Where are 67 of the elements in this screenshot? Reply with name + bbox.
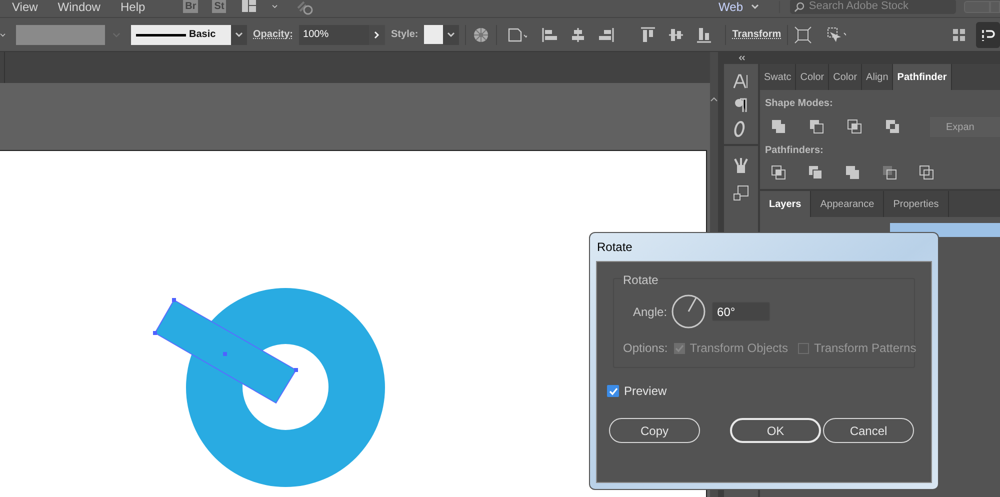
paragraph-icon[interactable] (732, 96, 750, 114)
checkbox-label: Transform Objects (690, 340, 788, 357)
angle-dial-icon[interactable] (671, 294, 706, 329)
character-icon[interactable] (732, 72, 750, 90)
panel-tab[interactable]: Layers (760, 191, 812, 217)
crop-icon[interactable] (881, 164, 899, 182)
app-button[interactable]: St (212, 0, 226, 13)
align-top-icon[interactable] (639, 26, 658, 44)
section-label: Shape Modes: (765, 97, 834, 111)
search-icon (794, 0, 805, 12)
fill-swatch[interactable] (16, 24, 105, 44)
check-icon (608, 386, 618, 396)
checkbox-label: Preview (624, 383, 667, 400)
menu-item[interactable]: Window (58, 0, 100, 12)
checkbox[interactable] (607, 385, 619, 397)
check-icon (674, 344, 684, 352)
workspace-switcher[interactable]: Web (718, 0, 780, 12)
minus-front-icon[interactable] (808, 118, 826, 136)
dialog-button[interactable]: OK (730, 418, 821, 443)
divide-icon[interactable] (770, 164, 788, 182)
app-button[interactable]: Br (183, 0, 198, 13)
panel-tab[interactable]: Color (796, 64, 830, 90)
checkbox[interactable] (798, 342, 809, 354)
line-icon (136, 32, 186, 36)
panel-tab[interactable]: Appearance (811, 191, 884, 217)
stroke-style-dropdown[interactable]: Basic (131, 24, 231, 44)
checkbox[interactable] (674, 342, 685, 354)
style-label: Style: (391, 28, 418, 42)
chevron-down-icon (751, 4, 759, 10)
angle-label: Angle: (633, 304, 668, 320)
dropdown-button[interactable] (443, 24, 460, 44)
panel-tab[interactable]: Color (829, 64, 862, 90)
menu-item[interactable]: View (12, 0, 38, 12)
align-bottom-icon[interactable] (695, 26, 714, 44)
style-swatch[interactable] (424, 25, 444, 44)
collapse-icon[interactable] (738, 55, 746, 61)
scroll-up-icon[interactable] (710, 96, 718, 102)
angle-field[interactable]: 60° (712, 302, 770, 321)
bounding-box-icon[interactable] (794, 26, 812, 44)
chevron-right-icon[interactable] (369, 24, 386, 44)
options-label: Options: (623, 340, 668, 357)
panel-toggle-button[interactable] (976, 22, 1000, 48)
brushes-icon[interactable] (732, 156, 750, 174)
dropdown-button[interactable] (231, 24, 247, 44)
panel-tab[interactable]: Properties (884, 191, 949, 217)
align-left-icon[interactable] (541, 26, 560, 44)
section-label: Pathfinders: (765, 144, 824, 158)
dialog-button[interactable]: Cancel (823, 418, 914, 443)
merge-icon[interactable] (844, 164, 862, 182)
unite-icon[interactable] (770, 118, 788, 136)
align-right-icon[interactable] (597, 26, 616, 44)
opacity-label[interactable]: Opacity: (253, 27, 294, 42)
intersect-icon[interactable] (846, 118, 864, 136)
opacity-field[interactable]: 100% (299, 24, 370, 44)
chevron-down-icon (235, 32, 243, 38)
transform-link[interactable]: Transform (732, 27, 782, 42)
artboards-icon[interactable] (732, 184, 750, 202)
exclude-icon[interactable] (884, 118, 902, 136)
checkbox-label: Transform Patterns (814, 340, 916, 357)
search-field[interactable]: Search Adobe Stock (790, 0, 956, 14)
panel-tab[interactable]: Swatc (760, 64, 796, 90)
panel-tab[interactable]: Pathfinder (893, 64, 952, 90)
outline-icon[interactable] (918, 164, 936, 182)
chevron-down-icon (447, 32, 456, 38)
menu-item[interactable]: Help (120, 0, 146, 12)
dialog-title: Rotate (597, 239, 634, 256)
dialog-button[interactable]: Copy (609, 418, 700, 443)
